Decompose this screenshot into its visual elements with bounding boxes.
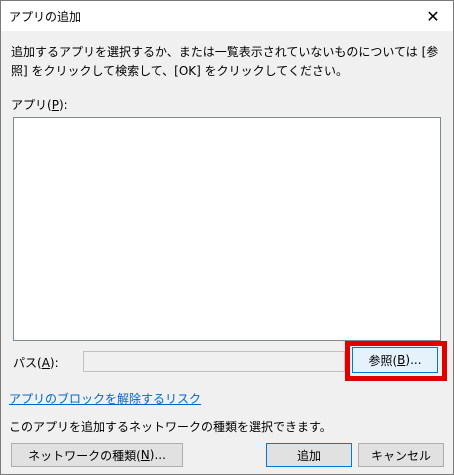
cancel-button[interactable]: キャンセル xyxy=(358,443,444,467)
close-button[interactable]: ✕ xyxy=(413,1,453,31)
network-info-text: このアプリを追加するネットワークの種類を選択できます。 xyxy=(9,420,332,434)
add-button[interactable]: 追加 xyxy=(266,443,352,467)
add-app-dialog: アプリの追加 ✕ 追加するアプリを選択するか、または一覧表示されていないものにつ… xyxy=(0,0,454,475)
unblock-risk-link[interactable]: アプリのブロックを解除するリスク xyxy=(9,390,201,407)
browse-button[interactable]: 参照(B)... xyxy=(352,347,438,373)
close-icon: ✕ xyxy=(426,6,440,26)
instructions-text: 追加するアプリを選択するか、または一覧表示されていないものについては [参照] … xyxy=(11,45,439,78)
path-label: パス(A): xyxy=(13,356,59,370)
title-bar: アプリの追加 ✕ xyxy=(1,1,453,31)
apps-listbox[interactable] xyxy=(13,117,441,341)
dialog-title: アプリの追加 xyxy=(9,10,82,24)
apps-label: アプリ(P): xyxy=(11,98,68,112)
network-types-button[interactable]: ネットワークの種類(N)... xyxy=(11,443,183,467)
path-field xyxy=(83,351,345,372)
